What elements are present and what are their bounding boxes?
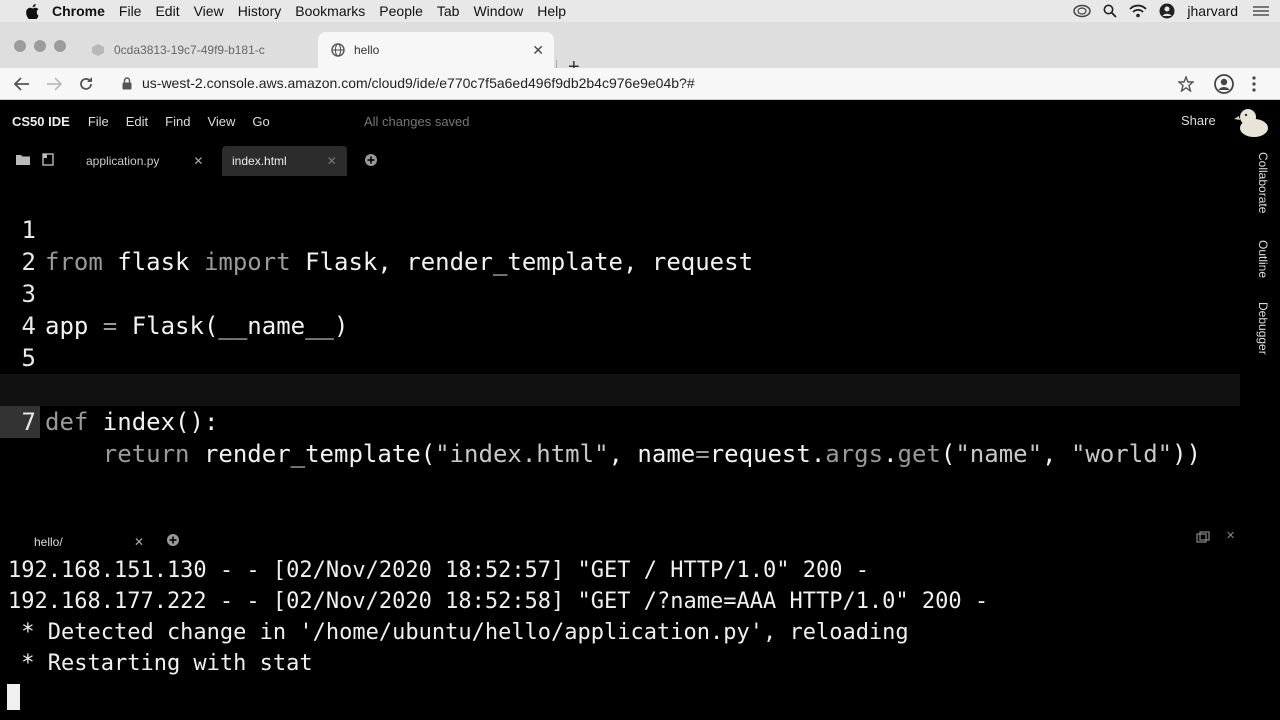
user-name[interactable]: jharvard (1187, 3, 1238, 19)
apple-logo-icon[interactable] (22, 3, 42, 19)
code-line: 4 (0, 278, 1240, 340)
editor-tab-label: index.html (232, 154, 287, 168)
ide-menu-view[interactable]: View (207, 114, 235, 129)
back-arrow-icon[interactable] (12, 74, 32, 94)
terminal-tab-bar: hello/ ✕ ✕ (0, 526, 1280, 556)
browser-tab-console[interactable]: 0cda3813-19c7-49f9-b181-c (78, 32, 318, 68)
editor-tab-index-html[interactable]: index.html ✕ (222, 146, 347, 176)
browser-tab-strip: 0cda3813-19c7-49f9-b181-c hello ✕ + (0, 22, 1280, 78)
globe-icon (330, 42, 346, 58)
code-editor[interactable]: 1 from flask import Flask, render_templa… (0, 182, 1240, 502)
outline-tab[interactable]: Outline (1256, 240, 1270, 278)
menubar-status-area: jharvard (1061, 0, 1280, 22)
terminal-line: * Detected change in '/home/ubuntu/hello… (8, 620, 909, 645)
lock-icon (122, 76, 134, 90)
close-tab-icon[interactable]: ✕ (532, 42, 544, 59)
editor-tab-application-py[interactable]: application.py ✕ (86, 146, 203, 176)
ide-menu-go[interactable]: Go (252, 114, 269, 129)
maximize-panel-icon[interactable] (1196, 531, 1210, 545)
menu-file[interactable]: File (119, 3, 142, 19)
menu-tab[interactable]: Tab (437, 3, 460, 19)
code-text: return render_template("index.html", nam… (102, 440, 1202, 468)
cube-icon (90, 42, 106, 58)
debugger-tab[interactable]: Debugger (1256, 302, 1270, 355)
menu-edit[interactable]: Edit (155, 3, 179, 19)
code-line: 5 @app.route("/") (0, 310, 1240, 404)
folder-icon[interactable] (16, 153, 30, 167)
tab-title: 0cda3813-19c7-49f9-b181-c (114, 43, 265, 57)
share-button[interactable]: Share (1181, 113, 1216, 128)
duck-avatar-icon[interactable] (1234, 106, 1270, 138)
menu-help[interactable]: Help (537, 3, 566, 19)
browser-toolbar: us-west-2.console.aws.amazon.com/cloud9/… (0, 68, 1280, 100)
code-line: 6 def index(): (0, 342, 1240, 436)
ide-menu-find[interactable]: Find (165, 114, 190, 129)
address-bar[interactable]: us-west-2.console.aws.amazon.com/cloud9/… (122, 75, 695, 91)
ide-brand: CS50 IDE (12, 113, 70, 129)
terminal-line: 192.168.151.130 - - [02/Nov/2020 18:52:5… (8, 558, 869, 583)
wifi-icon[interactable] (1129, 4, 1148, 18)
ide-menu-edit[interactable]: Edit (126, 114, 148, 129)
control-center-icon[interactable] (1252, 4, 1270, 18)
menu-view[interactable]: View (194, 3, 224, 19)
url-text: us-west-2.console.aws.amazon.com/cloud9/… (142, 75, 695, 91)
profile-icon[interactable] (1214, 74, 1234, 94)
terminal-tab-label[interactable]: hello/ (34, 535, 63, 549)
spotlight-search-icon[interactable] (1103, 4, 1118, 18)
creative-cloud-icon[interactable] (1073, 4, 1092, 18)
menu-people[interactable]: People (379, 3, 423, 19)
code-line: 2 (0, 214, 1240, 276)
menu-window[interactable]: Window (473, 3, 523, 19)
close-tab-icon[interactable]: ✕ (193, 154, 203, 168)
file-icon[interactable] (42, 153, 56, 167)
ide-window: CS50 IDE File Edit Find View Go All chan… (0, 100, 1280, 720)
code-line: 1 from flask import Flask, render_templa… (0, 182, 1240, 276)
menu-chrome[interactable]: Chrome (52, 3, 105, 19)
reload-icon[interactable] (76, 74, 96, 94)
line-number: 7 (0, 406, 40, 438)
editor-tab-bar: application.py ✕ index.html ✕ (0, 146, 1240, 176)
ide-menu-bar: CS50 IDE File Edit Find View Go All chan… (0, 100, 1280, 142)
forward-arrow-icon[interactable] (44, 74, 64, 94)
menu-history[interactable]: History (238, 3, 282, 19)
terminal-line: 192.168.177.222 - - [02/Nov/2020 18:52:5… (8, 589, 989, 614)
save-status: All changes saved (364, 114, 470, 129)
zoom-window-button[interactable] (54, 40, 66, 52)
side-panel: Collaborate Outline Debugger (1244, 146, 1280, 406)
terminal-output[interactable]: 192.168.151.130 - - [02/Nov/2020 18:52:5… (0, 556, 1280, 720)
minimize-window-button[interactable] (34, 40, 46, 52)
editor-tab-label: application.py (86, 154, 160, 168)
collaborate-tab[interactable]: Collaborate (1256, 152, 1270, 213)
ide-menu-file[interactable]: File (88, 114, 109, 129)
mac-menu-bar: Chrome File Edit View History Bookmarks … (0, 0, 1280, 22)
close-panel-icon[interactable]: ✕ (1226, 529, 1235, 542)
close-window-button[interactable] (14, 40, 26, 52)
menu-bookmarks[interactable]: Bookmarks (295, 3, 365, 19)
terminal-line: * Restarting with stat (8, 651, 313, 676)
browser-tab-hello[interactable]: hello ✕ (318, 32, 554, 68)
code-line: 3 app = Flask(__name__) (0, 246, 1240, 340)
close-tab-icon[interactable]: ✕ (134, 535, 144, 549)
bookmark-star-icon[interactable] (1176, 74, 1196, 94)
user-account-icon[interactable] (1159, 3, 1175, 19)
terminal-cursor (7, 684, 20, 710)
add-tab-icon[interactable] (166, 533, 180, 547)
close-tab-icon[interactable]: ✕ (327, 154, 337, 168)
browser-menu-icon[interactable] (1244, 74, 1264, 94)
code-line-current: 7 return render_template("index.html", n… (0, 374, 1240, 468)
tab-title: hello (354, 43, 380, 57)
add-tab-icon[interactable] (364, 153, 378, 167)
